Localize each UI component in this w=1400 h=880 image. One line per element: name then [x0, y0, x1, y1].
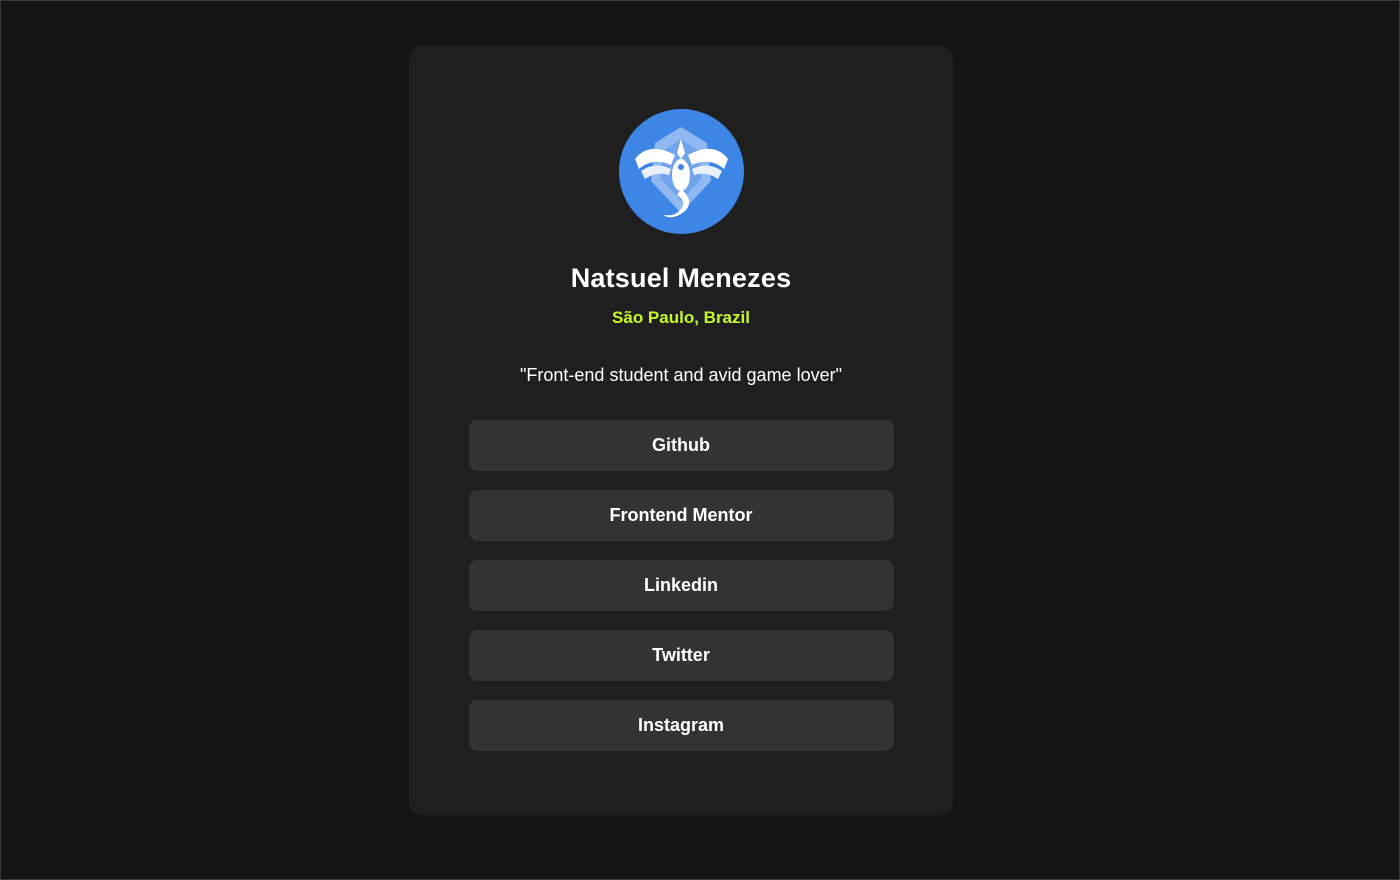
profile-bio: "Front-end student and avid game lover"	[520, 365, 842, 385]
profile-location: São Paulo, Brazil	[612, 308, 750, 327]
twitter-link-button[interactable]: Twitter	[468, 630, 894, 681]
linkedin-link-button[interactable]: Linkedin	[468, 560, 894, 611]
avatar	[618, 109, 744, 234]
github-link-button[interactable]: Github	[468, 420, 894, 471]
lugia-emblem-icon	[634, 127, 728, 218]
frontend-mentor-link-button[interactable]: Frontend Mentor	[468, 490, 894, 541]
profile-card: Natsuel Menezes São Paulo, Brazil "Front…	[409, 46, 953, 815]
instagram-link-button[interactable]: Instagram	[468, 700, 894, 751]
profile-name: Natsuel Menezes	[570, 263, 792, 293]
social-links: Github Frontend Mentor Linkedin Twitter …	[468, 420, 894, 751]
